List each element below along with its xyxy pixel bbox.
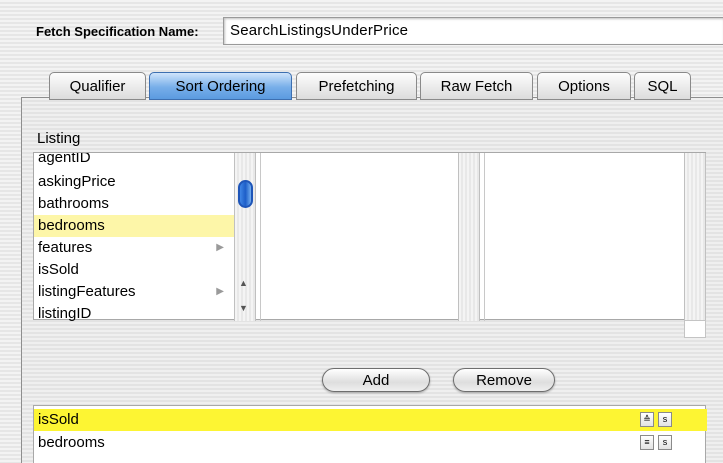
chevron-right-icon: ▶ [216, 286, 224, 297]
attribute-item[interactable]: askingPrice [34, 171, 234, 193]
entity-label: Listing [37, 130, 81, 147]
scroll-thumb[interactable] [238, 180, 253, 208]
scroll-up-arrow-icon[interactable]: ▲ [239, 278, 248, 288]
chevron-right-icon: ▶ [216, 242, 224, 253]
browser-column-3 [484, 153, 706, 321]
sort-key-label: bedrooms [38, 434, 105, 451]
remove-button[interactable]: Remove [453, 368, 555, 392]
tab-qualifier[interactable]: Qualifier [49, 72, 146, 100]
case-sensitivity-icon[interactable]: s [658, 435, 672, 450]
browser-column-2-scrollbar[interactable] [458, 153, 480, 321]
attribute-item[interactable]: listingID [34, 303, 234, 321]
tab-prefetching[interactable]: Prefetching [296, 72, 417, 100]
ascending-sort-icon[interactable]: ≙ [640, 412, 654, 427]
attribute-label: isSold [38, 261, 79, 278]
fetch-spec-name-label: Fetch Specification Name: [36, 23, 199, 39]
attribute-label: askingPrice [38, 173, 116, 190]
scroll-down-arrow-icon[interactable]: ▼ [239, 303, 248, 313]
attribute-item[interactable]: agentID [34, 153, 234, 169]
attribute-label: agentID [38, 153, 91, 166]
attribute-label: bathrooms [38, 195, 109, 212]
sort-ordering-row[interactable]: isSold ≙ s [34, 409, 707, 431]
attribute-browser: agentID askingPrice bathrooms bedrooms f… [33, 152, 706, 321]
fetch-spec-name-row: Fetch Specification Name: [36, 18, 205, 44]
fetch-spec-name-field[interactable]: SearchListingsUnderPrice [223, 17, 723, 45]
case-sensitivity-icon[interactable]: s [658, 412, 672, 427]
tab-sql[interactable]: SQL [634, 72, 691, 100]
attribute-item[interactable]: bathrooms [34, 193, 234, 215]
browser-scroll-corner [684, 320, 706, 338]
sort-ordering-list: isSold ≙ s bedrooms ≡ s [33, 405, 707, 463]
browser-column-2 [260, 153, 488, 321]
attribute-label: listingFeatures [38, 283, 136, 300]
tab-sort-ordering[interactable]: Sort Ordering [149, 72, 292, 100]
sort-ordering-row[interactable]: bedrooms ≡ s [34, 432, 707, 454]
attribute-scrollbar[interactable]: ▲ ▼ [234, 153, 256, 321]
descending-sort-icon[interactable]: ≡ [640, 435, 654, 450]
attribute-label: features [38, 239, 93, 256]
attribute-item[interactable]: listingFeatures ▶ [34, 281, 234, 303]
attribute-label: bedrooms [38, 217, 105, 234]
add-button[interactable]: Add [322, 368, 430, 392]
attribute-column: agentID askingPrice bathrooms bedrooms f… [34, 153, 234, 321]
tab-options[interactable]: Options [537, 72, 631, 100]
sort-key-label: isSold [38, 411, 79, 428]
tab-raw-fetch[interactable]: Raw Fetch [420, 72, 533, 100]
attribute-item[interactable]: features ▶ [34, 237, 234, 259]
browser-column-3-scrollbar[interactable] [684, 153, 706, 321]
attribute-item[interactable]: bedrooms [34, 215, 234, 237]
attribute-label: listingID [38, 305, 92, 321]
attribute-item[interactable]: isSold [34, 259, 234, 281]
